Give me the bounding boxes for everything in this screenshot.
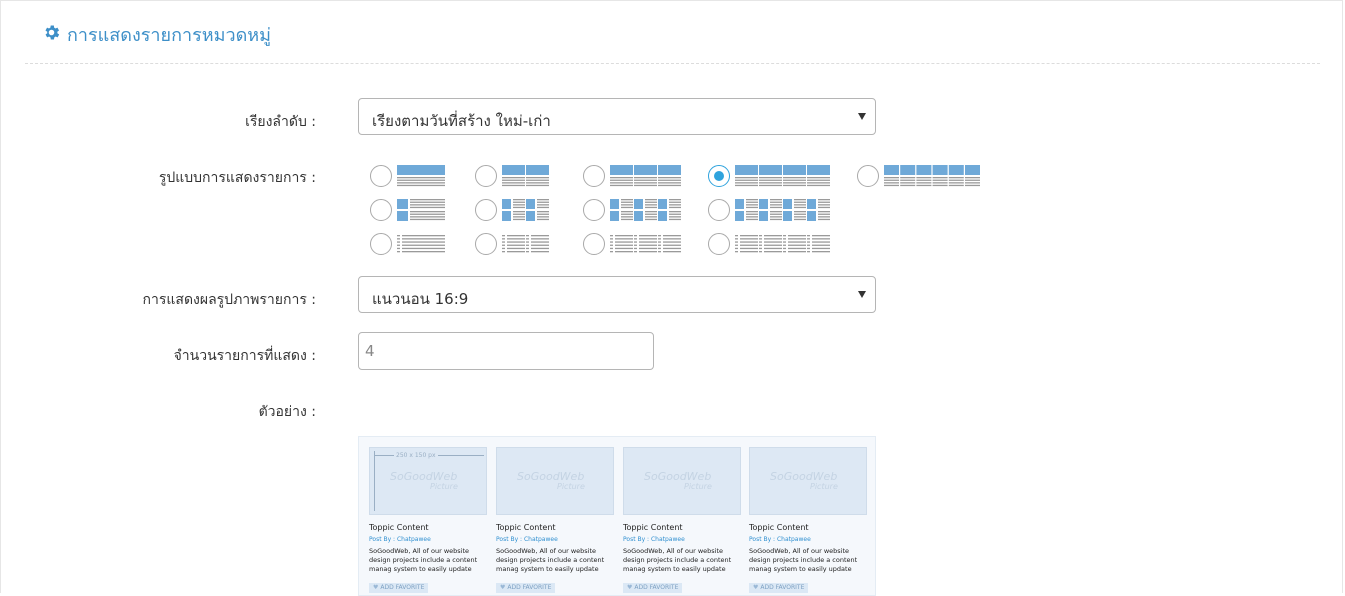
card-description: SoGoodWeb, All of our website design pro… (749, 547, 858, 573)
layout-side-icon (735, 199, 834, 225)
sort-label: เรียงลำดับ : (245, 114, 316, 130)
dimension-label: 250 x 150 px (394, 452, 438, 459)
image-display-select[interactable]: แนวนอน 16:9 (358, 276, 876, 313)
card-author: Post By : Chatpawee (369, 536, 431, 543)
heart-icon: ♥ (753, 584, 759, 591)
layout-side-icon (502, 199, 551, 225)
layout-label: รูปแบบการแสดงรายการ : (158, 170, 316, 186)
layout-radio[interactable] (475, 165, 497, 187)
add-favorite-label: ADD FAVORITE (760, 584, 805, 591)
layout-radio[interactable] (708, 233, 730, 255)
layout-radio[interactable] (583, 165, 605, 187)
count-label: จำนวนรายการที่แสดง : (173, 348, 316, 364)
layout-top-icon (735, 165, 834, 191)
card-title: Toppic Content (749, 523, 809, 532)
layout-radio[interactable] (370, 199, 392, 221)
chevron-down-icon (858, 291, 866, 298)
preview-card: SoGoodWeb Picture Toppic Content Post By… (623, 447, 741, 593)
card-author: Post By : Chatpawee (749, 536, 811, 543)
layout-radio[interactable] (583, 233, 605, 255)
panel-header: การแสดงรายการหมวดหมู่ (25, 1, 1320, 64)
layout-list-icon (610, 233, 684, 259)
card-author: Post By : Chatpawee (496, 536, 558, 543)
add-favorite-button[interactable]: ♥ ADD FAVORITE (749, 583, 809, 593)
layout-side-icon (610, 199, 684, 225)
watermark-subtext: Picture (557, 482, 585, 491)
preview-card: SoGoodWeb Picture Toppic Content Post By… (496, 447, 614, 593)
panel-title: การแสดงรายการหมวดหมู่ (67, 25, 271, 46)
card-author: Post By : Chatpawee (623, 536, 685, 543)
heart-icon: ♥ (373, 584, 379, 591)
add-favorite-label: ADD FAVORITE (507, 584, 552, 591)
card-title: Toppic Content (369, 523, 429, 532)
chevron-down-icon (858, 113, 866, 120)
sort-select-value: เรียงตามวันที่สร้าง ใหม่-เก่า (372, 112, 551, 130)
heart-icon: ♥ (627, 584, 633, 591)
watermark-subtext: Picture (684, 482, 712, 491)
card-description: SoGoodWeb, All of our website design pro… (369, 547, 478, 573)
gear-icon (45, 25, 60, 40)
preview-thumbnail: SoGoodWeb Picture (749, 447, 867, 515)
dimension-guide (374, 451, 375, 511)
count-input[interactable] (359, 333, 653, 369)
preview-thumbnail: 250 x 150 px SoGoodWeb Picture (369, 447, 487, 515)
add-favorite-label: ADD FAVORITE (380, 584, 425, 591)
layout-radio[interactable] (370, 233, 392, 255)
category-display-panel: การแสดงรายการหมวดหมู่ เรียงลำดับ : เรียง… (0, 0, 1343, 596)
preview-card: 250 x 150 px SoGoodWeb Picture Toppic Co… (369, 447, 487, 593)
card-title: Toppic Content (623, 523, 683, 532)
layout-radio[interactable] (370, 165, 392, 187)
image-display-select-value: แนวนอน 16:9 (372, 290, 469, 308)
add-favorite-label: ADD FAVORITE (634, 584, 679, 591)
image-display-label: การแสดงผลรูปภาพรายการ : (142, 292, 316, 308)
preview-label: ตัวอย่าง : (258, 404, 316, 420)
add-favorite-button[interactable]: ♥ ADD FAVORITE (623, 583, 683, 593)
add-favorite-button[interactable]: ♥ ADD FAVORITE (369, 583, 429, 593)
layout-radio[interactable] (475, 233, 497, 255)
layout-radio[interactable] (857, 165, 879, 187)
layout-radio[interactable] (708, 165, 730, 187)
layout-top-icon (610, 165, 684, 191)
layout-list-icon (502, 233, 551, 259)
layout-list-icon (397, 233, 445, 259)
card-description: SoGoodWeb, All of our website design pro… (496, 547, 605, 573)
count-input-box[interactable] (358, 332, 654, 370)
preview-area: 250 x 150 px SoGoodWeb Picture Toppic Co… (358, 436, 876, 596)
preview-thumbnail: SoGoodWeb Picture (623, 447, 741, 515)
card-title: Toppic Content (496, 523, 556, 532)
heart-icon: ♥ (500, 584, 506, 591)
layout-list-icon (735, 233, 834, 259)
layout-top-icon (884, 165, 980, 191)
watermark-subtext: Picture (810, 482, 838, 491)
layout-radio[interactable] (583, 199, 605, 221)
layout-top-icon (397, 165, 445, 191)
card-description: SoGoodWeb, All of our website design pro… (623, 547, 732, 573)
add-favorite-button[interactable]: ♥ ADD FAVORITE (496, 583, 556, 593)
preview-card: SoGoodWeb Picture Toppic Content Post By… (749, 447, 867, 593)
preview-thumbnail: SoGoodWeb Picture (496, 447, 614, 515)
layout-radio[interactable] (708, 199, 730, 221)
watermark-subtext: Picture (430, 482, 458, 491)
layout-side-icon (397, 199, 445, 225)
layout-radio[interactable] (475, 199, 497, 221)
layout-top-icon (502, 165, 551, 191)
sort-select[interactable]: เรียงตามวันที่สร้าง ใหม่-เก่า (358, 98, 876, 135)
radio-dot (714, 171, 724, 181)
